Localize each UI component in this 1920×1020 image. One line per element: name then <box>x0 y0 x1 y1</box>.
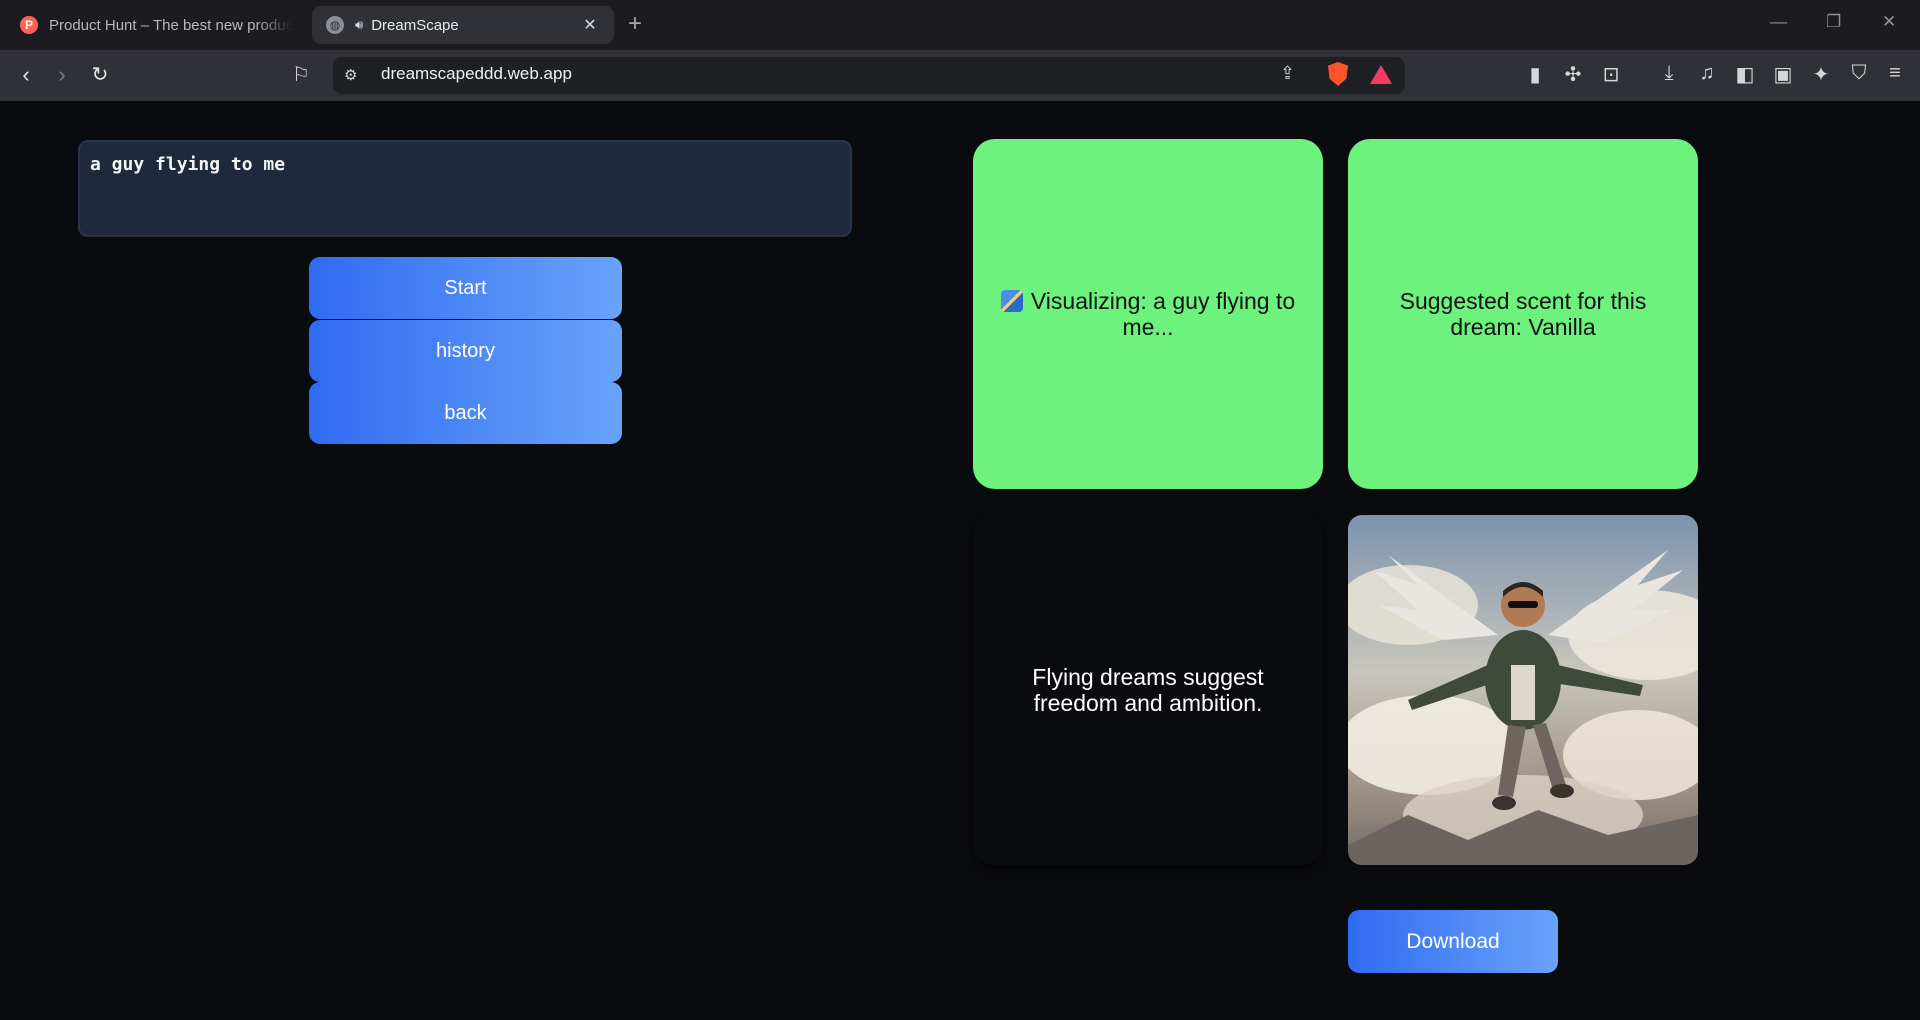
minimize-icon[interactable]: — <box>1770 12 1787 32</box>
dream-input[interactable]: a guy flying to me <box>78 140 852 237</box>
bookmark-icon[interactable]: ⚐ <box>292 62 310 87</box>
pencil-icon <box>1000 290 1023 312</box>
back-button[interactable]: back <box>309 382 622 444</box>
forward-arrow-icon[interactable]: › <box>48 62 76 88</box>
extension-icon[interactable]: ▮ <box>1522 62 1548 87</box>
restore-icon[interactable]: ❐ <box>1826 12 1841 32</box>
history-button[interactable]: history <box>309 320 622 382</box>
visualizing-text: Visualizing: a guy flying to me... <box>1030 288 1296 340</box>
scent-text: Suggested scent for this dream: Vanilla <box>1399 288 1647 340</box>
globe-icon: ◍ <box>326 16 344 34</box>
media-icon[interactable]: ♫ <box>1694 62 1720 85</box>
close-tab-icon[interactable]: ✕ <box>580 15 600 35</box>
scent-card: Suggested scent for this dream: Vanilla <box>1348 139 1698 489</box>
back-arrow-icon[interactable]: ‹ <box>12 62 40 88</box>
tab-product-hunt[interactable]: P Product Hunt – The best new products <box>6 6 306 44</box>
share-icon[interactable]: ⇪ <box>1280 63 1295 84</box>
wallet-icon[interactable]: ▣ <box>1770 62 1796 87</box>
tab-title: Product Hunt – The best new products <box>49 16 292 34</box>
puzzle-extensions-icon[interactable]: ✣ <box>1560 62 1586 87</box>
leo-ai-icon[interactable]: ✦ <box>1808 62 1834 87</box>
reload-icon[interactable]: ↻ <box>86 62 114 88</box>
url-text[interactable]: dreamscapeddd.web.app <box>381 64 572 84</box>
interpretation-text: Flying dreams suggest freedom and ambiti… <box>1032 664 1264 716</box>
download-button[interactable]: Download <box>1348 910 1558 973</box>
vpn-shield-icon[interactable]: ⛉ <box>1846 62 1872 85</box>
tab-dreamscape[interactable]: ◍ 🔊︎ DreamScape ✕ <box>312 6 614 44</box>
menu-icon[interactable]: ≡ <box>1882 62 1908 85</box>
new-tab-button[interactable]: + <box>628 12 642 36</box>
product-hunt-icon: P <box>20 16 38 34</box>
reader-mode-icon[interactable]: ⊡ <box>1598 62 1624 87</box>
sidebar-icon[interactable]: ◧ <box>1732 62 1758 87</box>
download-icon[interactable]: ⤓ <box>1656 62 1682 85</box>
dream-image <box>1348 515 1698 865</box>
start-button[interactable]: Start <box>309 257 622 319</box>
visualizing-card: Visualizing: a guy flying to me... <box>973 139 1323 489</box>
speaker-icon[interactable]: 🔊︎ <box>355 17 363 33</box>
site-settings-icon[interactable]: ⚙ <box>344 66 357 84</box>
tab-title: DreamScape <box>371 16 459 34</box>
tab-strip: P Product Hunt – The best new products ◍… <box>0 0 1920 50</box>
close-window-icon[interactable]: ✕ <box>1882 12 1896 32</box>
interpretation-card: Flying dreams suggest freedom and ambiti… <box>973 515 1323 865</box>
